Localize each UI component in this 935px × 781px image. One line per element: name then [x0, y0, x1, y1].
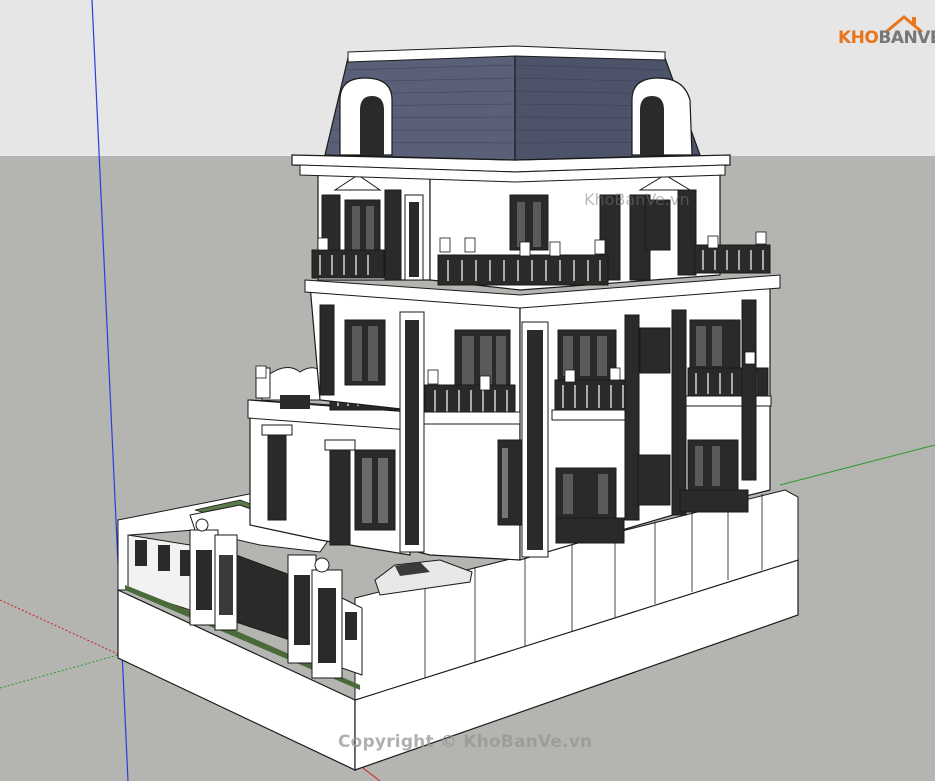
balcony-front-2 [424, 384, 516, 416]
sketchup-viewport[interactable]: KHOBANVE KhoBanVe.vn Copyright © KhoBanV… [0, 0, 935, 781]
watermark-bottom: Copyright © KhoBanVe.vn [338, 732, 593, 752]
logo-text-kho: KHO [838, 28, 879, 48]
gate-door [235, 554, 291, 641]
balcony-3-left [311, 249, 385, 279]
balcony-3-right [694, 244, 771, 274]
logo-text-banve: BANVE [878, 28, 935, 48]
green-axis-line [779, 444, 935, 486]
balcony-side-2a [554, 379, 631, 413]
red-axis-line [0, 599, 121, 656]
balcony-3-mid [437, 254, 609, 286]
khobanve-logo: KHOBANVE [838, 14, 935, 54]
porch-column-left [267, 429, 287, 521]
logo-text: KHOBANVE [838, 28, 935, 48]
blue-axis-line [91, 0, 129, 781]
porch-column-right [329, 444, 351, 546]
porch-door [354, 449, 396, 531]
watermark-top: KhoBanVe.vn [584, 190, 690, 209]
villa-model [0, 0, 935, 781]
green-axis-line-dashed [0, 654, 119, 689]
